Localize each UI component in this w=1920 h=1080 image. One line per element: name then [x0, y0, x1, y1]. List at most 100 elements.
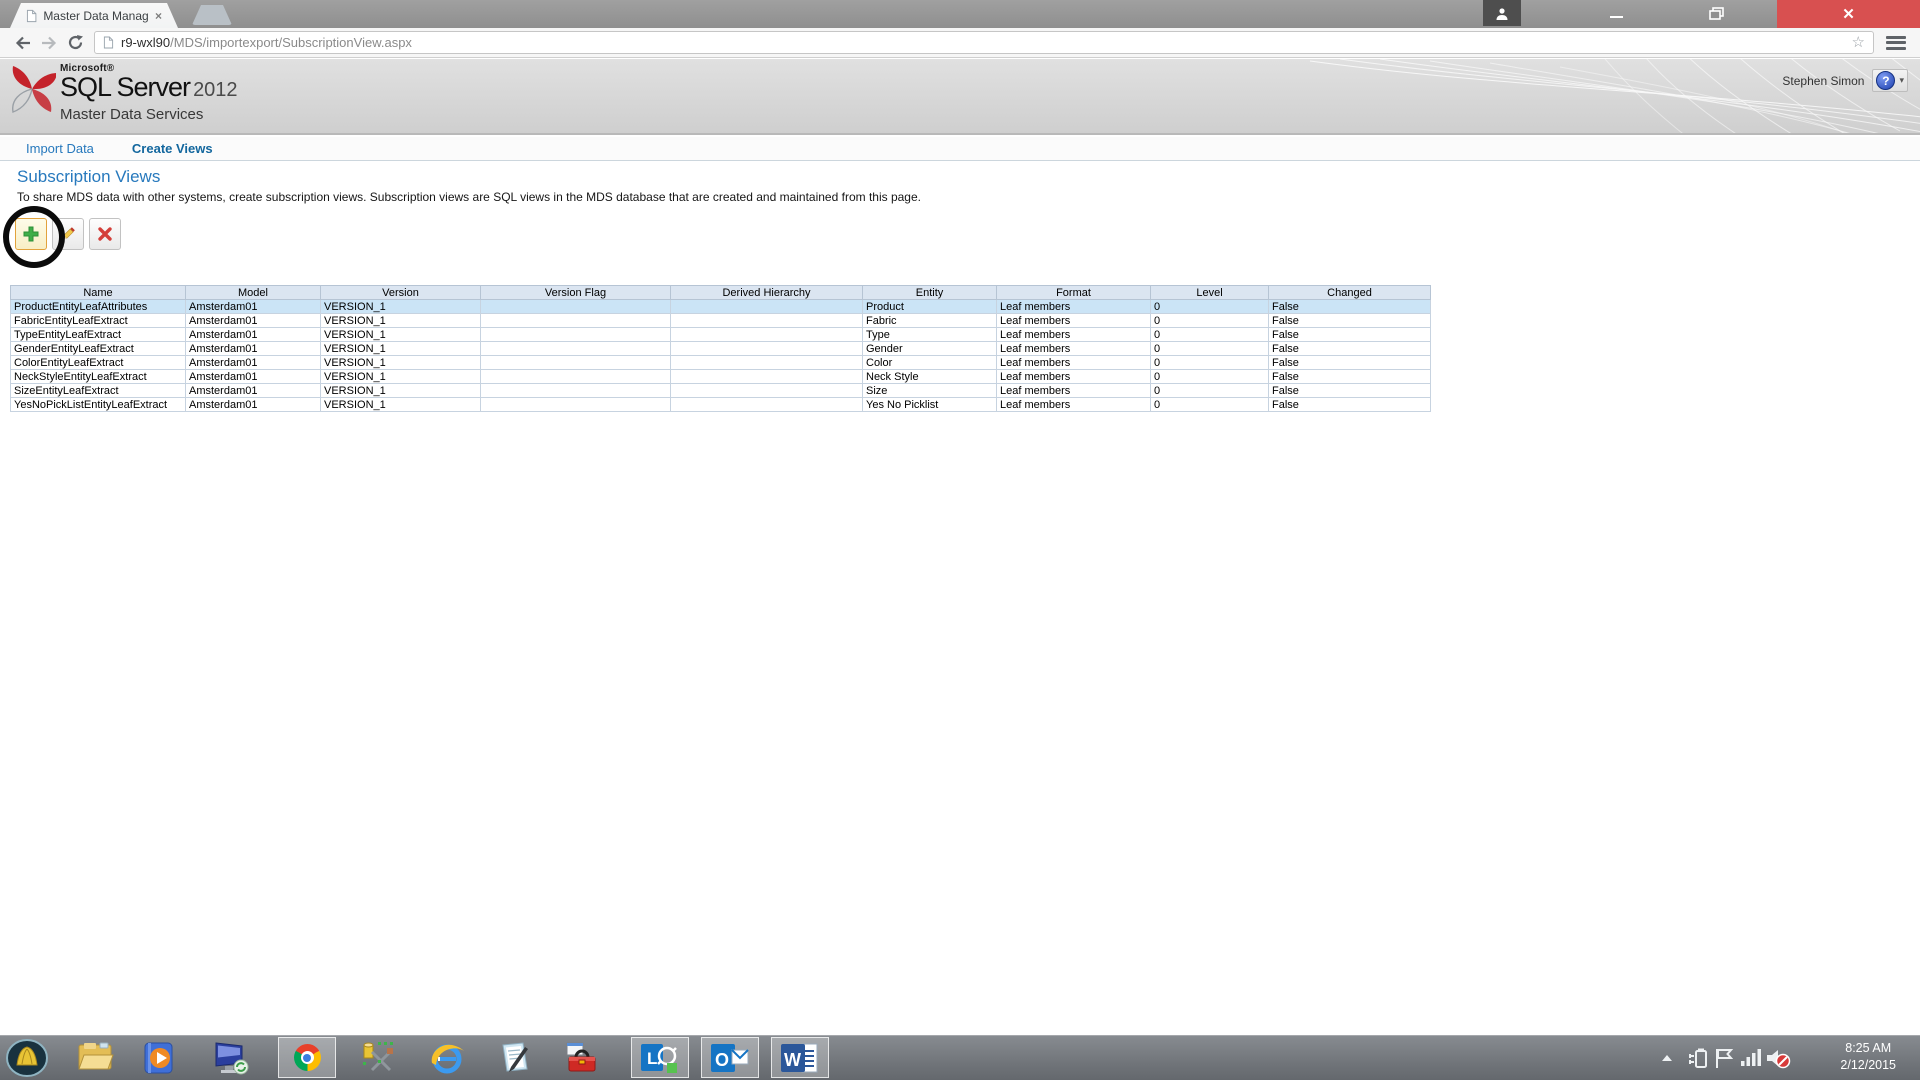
table-row[interactable]: ProductEntityLeafAttributesAmsterdam01VE… [11, 300, 1431, 314]
play-icon [142, 1041, 176, 1075]
table-cell [671, 300, 863, 314]
table-cell: VERSION_1 [321, 370, 481, 384]
column-header-derived-hierarchy[interactable]: Derived Hierarchy [671, 286, 863, 300]
table-cell: GenderEntityLeafExtract [11, 342, 186, 356]
notepad-icon[interactable] [497, 1041, 531, 1075]
browser-tab[interactable]: Master Data Manage × [10, 3, 178, 28]
table-cell: VERSION_1 [321, 314, 481, 328]
close-icon: ✕ [1842, 5, 1855, 23]
svg-text:O: O [715, 1050, 729, 1070]
delete-view-button[interactable] [89, 218, 121, 250]
table-cell: False [1269, 314, 1431, 328]
page-title: Subscription Views [17, 167, 160, 187]
tray-action-center[interactable] [1714, 1047, 1734, 1069]
forward-button[interactable] [36, 31, 62, 55]
table-cell: FabricEntityLeafExtract [11, 314, 186, 328]
table-row[interactable]: TypeEntityLeafExtractAmsterdam01VERSION_… [11, 328, 1431, 342]
table-cell: Leaf members [997, 342, 1151, 356]
column-header-version[interactable]: Version [321, 286, 481, 300]
lync-taskbar-button[interactable]: L [631, 1037, 689, 1078]
outlook-taskbar-button[interactable]: O [701, 1037, 759, 1078]
table-cell: VERSION_1 [321, 328, 481, 342]
tab-close-icon[interactable]: × [155, 9, 162, 23]
help-icon[interactable]: ? [1876, 71, 1895, 90]
table-row[interactable]: GenderEntityLeafExtractAmsterdam01VERSIO… [11, 342, 1431, 356]
table-cell: TypeEntityLeafExtract [11, 328, 186, 342]
table-cell: Product [863, 300, 997, 314]
media-player-icon[interactable] [142, 1041, 176, 1075]
nav-import-data[interactable]: Import Data [26, 141, 94, 156]
sql-server-logo-icon [8, 63, 56, 117]
ie-icon [428, 1041, 466, 1075]
reload-icon [67, 34, 84, 51]
table-cell: Color [863, 356, 997, 370]
table-cell: Leaf members [997, 328, 1151, 342]
back-icon [14, 35, 32, 51]
table-row[interactable]: NeckStyleEntityLeafExtractAmsterdam01VER… [11, 370, 1431, 384]
remote-desktop-icon[interactable] [212, 1041, 250, 1075]
chevron-down-icon[interactable]: ▾ [1899, 75, 1904, 86]
table-cell: Type [863, 328, 997, 342]
toolbox-icon[interactable] [563, 1041, 599, 1075]
grid-header-row: NameModelVersionVersion FlagDerived Hier… [11, 286, 1431, 300]
table-cell [481, 328, 671, 342]
reload-button[interactable] [62, 31, 88, 55]
minimize-button[interactable] [1590, 0, 1642, 26]
table-row[interactable]: YesNoPickListEntityLeafExtractAmsterdam0… [11, 398, 1431, 412]
close-button[interactable]: ✕ [1777, 0, 1920, 28]
table-cell: Amsterdam01 [186, 398, 321, 412]
column-header-level[interactable]: Level [1151, 286, 1269, 300]
taskbar-clock[interactable]: 8:25 AM 2/12/2015 [1840, 1040, 1896, 1074]
help-button-group[interactable]: ? ▾ [1872, 69, 1908, 92]
add-view-button[interactable] [15, 218, 47, 250]
start-button[interactable] [6, 1039, 48, 1077]
address-bar[interactable]: r9-wxl90/MDS/importexport/SubscriptionVi… [94, 31, 1874, 54]
column-header-format[interactable]: Format [997, 286, 1151, 300]
sql-data-tools-icon[interactable] [360, 1040, 396, 1076]
restore-button[interactable] [1685, 0, 1747, 26]
clock-time: 8:25 AM [1840, 1040, 1896, 1057]
tray-network[interactable] [1740, 1048, 1762, 1068]
page-content: Subscription Views To share MDS data wit… [0, 162, 1920, 1035]
table-cell: Size [863, 384, 997, 398]
tray-power-status[interactable] [1688, 1047, 1708, 1069]
nav-create-views[interactable]: Create Views [132, 141, 213, 156]
edit-view-button[interactable] [52, 218, 84, 250]
up-arrow-icon [1660, 1053, 1674, 1063]
pencil-icon [59, 225, 77, 243]
table-cell [481, 342, 671, 356]
table-cell [671, 370, 863, 384]
profile-avatar-button[interactable] [1483, 0, 1521, 26]
column-header-version-flag[interactable]: Version Flag [481, 286, 671, 300]
file-explorer-icon[interactable] [76, 1042, 114, 1074]
table-cell [481, 300, 671, 314]
table-cell: Amsterdam01 [186, 370, 321, 384]
table-cell: Amsterdam01 [186, 384, 321, 398]
column-header-changed[interactable]: Changed [1269, 286, 1431, 300]
back-button[interactable] [10, 31, 36, 55]
table-cell: Amsterdam01 [186, 356, 321, 370]
table-cell [671, 328, 863, 342]
tray-show-hidden-icons[interactable] [1660, 1053, 1674, 1063]
table-cell: VERSION_1 [321, 342, 481, 356]
tray-volume-muted[interactable] [1765, 1047, 1791, 1069]
page-favicon-icon [26, 9, 37, 23]
column-header-name[interactable]: Name [11, 286, 186, 300]
new-tab-button[interactable] [192, 5, 232, 25]
table-row[interactable]: ColorEntityLeafExtractAmsterdam01VERSION… [11, 356, 1431, 370]
table-cell: Gender [863, 342, 997, 356]
table-row[interactable]: FabricEntityLeafExtractAmsterdam01VERSIO… [11, 314, 1431, 328]
flag-icon [1714, 1047, 1734, 1069]
bookmark-star-icon[interactable]: ☆ [1852, 35, 1865, 50]
table-cell: 0 [1151, 384, 1269, 398]
internet-explorer-icon[interactable] [428, 1041, 466, 1075]
table-cell: Leaf members [997, 370, 1151, 384]
table-cell: YesNoPickListEntityLeafExtract [11, 398, 186, 412]
word-taskbar-button[interactable]: W [771, 1037, 829, 1078]
table-row[interactable]: SizeEntityLeafExtractAmsterdam01VERSION_… [11, 384, 1431, 398]
chrome-taskbar-button[interactable] [278, 1037, 336, 1078]
column-header-entity[interactable]: Entity [863, 286, 997, 300]
browser-menu-icon[interactable] [1886, 36, 1906, 50]
column-header-model[interactable]: Model [186, 286, 321, 300]
person-icon [1495, 7, 1509, 20]
